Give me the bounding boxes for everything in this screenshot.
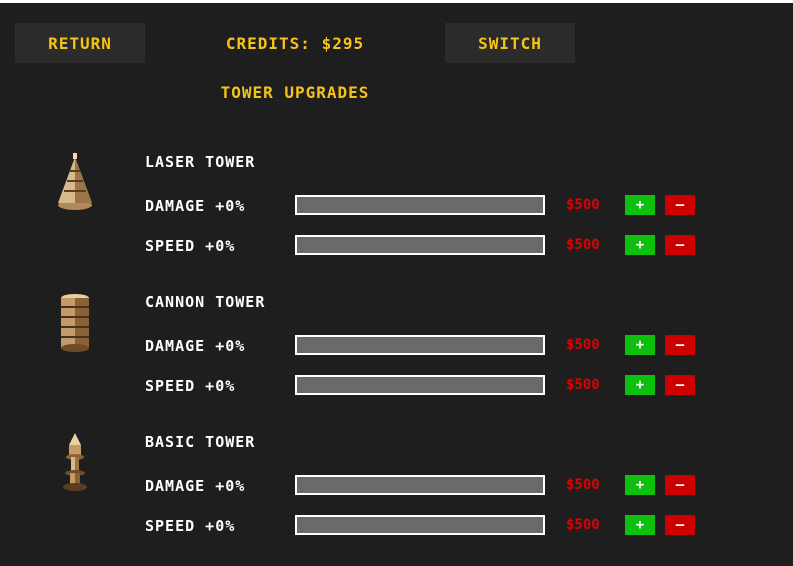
increase-button[interactable]: +	[625, 475, 655, 495]
decrease-button[interactable]: –	[665, 515, 695, 535]
upgrade-row-damage: DAMAGE +0% $500 + –	[0, 475, 793, 497]
increase-button[interactable]: +	[625, 375, 655, 395]
return-button[interactable]: RETURN	[15, 23, 145, 63]
increase-button[interactable]: +	[625, 515, 655, 535]
upgrade-progress-bar	[295, 515, 545, 535]
upgrade-label: DAMAGE +0%	[145, 477, 246, 495]
upgrade-row-damage: DAMAGE +0% $500 + –	[0, 335, 793, 357]
tower-name: BASIC TOWER	[145, 433, 256, 451]
decrease-button[interactable]: –	[665, 195, 695, 215]
upgrade-progress-bar	[295, 235, 545, 255]
upgrade-row-speed: SPEED +0% $500 + –	[0, 235, 793, 257]
tower-name: CANNON TOWER	[145, 293, 266, 311]
tower-section-basic: BASIC TOWER DAMAGE +0% $500 + – SPEED +0…	[0, 433, 793, 553]
upgrade-progress-bar	[295, 195, 545, 215]
upgrade-progress-bar	[295, 475, 545, 495]
upgrade-row-speed: SPEED +0% $500 + –	[0, 515, 793, 537]
upgrade-label: SPEED +0%	[145, 237, 236, 255]
decrease-button[interactable]: –	[665, 235, 695, 255]
upgrade-price: $500	[566, 517, 600, 533]
upgrade-price: $500	[566, 337, 600, 353]
tower-section-cannon: CANNON TOWER DAMAGE +0% $500 + – SPEED +…	[0, 293, 793, 413]
upgrade-label: DAMAGE +0%	[145, 197, 246, 215]
page-title: TOWER UPGRADES	[220, 83, 370, 102]
upgrade-price: $500	[566, 237, 600, 253]
tower-section-laser: LASER TOWER DAMAGE +0% $500 + – SPEED +0…	[0, 153, 793, 273]
game-screen: RETURN CREDITS: $295 SWITCH TOWER UPGRAD…	[0, 3, 793, 566]
upgrade-price: $500	[566, 477, 600, 493]
switch-button[interactable]: SWITCH	[445, 23, 575, 63]
decrease-button[interactable]: –	[665, 375, 695, 395]
upgrade-row-damage: DAMAGE +0% $500 + –	[0, 195, 793, 217]
upgrade-label: SPEED +0%	[145, 377, 236, 395]
increase-button[interactable]: +	[625, 235, 655, 255]
increase-button[interactable]: +	[625, 195, 655, 215]
decrease-button[interactable]: –	[665, 335, 695, 355]
upgrade-row-speed: SPEED +0% $500 + –	[0, 375, 793, 397]
upgrade-label: SPEED +0%	[145, 517, 236, 535]
credits-display: CREDITS: $295	[225, 33, 365, 53]
upgrade-progress-bar	[295, 375, 545, 395]
upgrade-price: $500	[566, 197, 600, 213]
decrease-button[interactable]: –	[665, 475, 695, 495]
upgrade-progress-bar	[295, 335, 545, 355]
upgrade-price: $500	[566, 377, 600, 393]
tower-name: LASER TOWER	[145, 153, 256, 171]
increase-button[interactable]: +	[625, 335, 655, 355]
upgrade-label: DAMAGE +0%	[145, 337, 246, 355]
